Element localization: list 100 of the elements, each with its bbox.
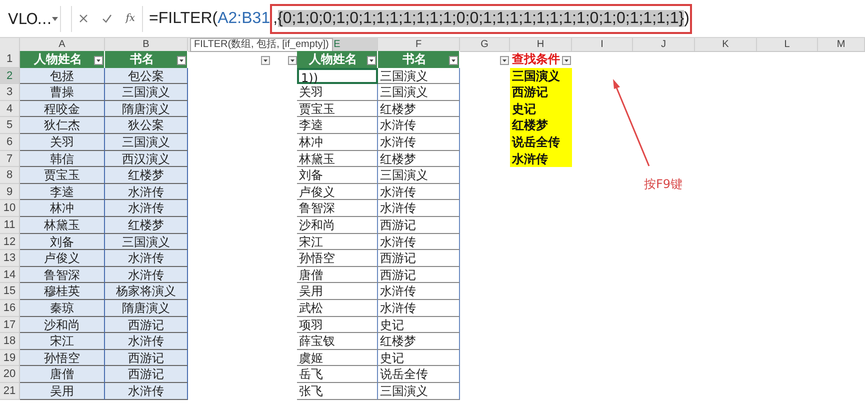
row-number: 11 bbox=[0, 217, 20, 234]
row-number: 1 bbox=[0, 51, 20, 68]
criteria-cell: 水浒传 bbox=[510, 150, 572, 168]
row-number: 7 bbox=[0, 150, 20, 168]
enter-icon[interactable] bbox=[102, 14, 112, 23]
table-cell: 卢俊义 bbox=[297, 184, 378, 200]
row-number: 10 bbox=[0, 200, 20, 217]
table-cell: 林冲 bbox=[20, 200, 105, 217]
row-number: 4 bbox=[0, 100, 20, 118]
row-number: 15 bbox=[0, 283, 20, 300]
table-cell: 三国演义 bbox=[378, 84, 460, 101]
column-header[interactable]: F bbox=[415, 39, 422, 50]
table-cell: 卢俊义 bbox=[20, 250, 105, 267]
column-header[interactable]: L bbox=[784, 39, 790, 50]
cancel-icon[interactable] bbox=[78, 14, 88, 23]
column-header[interactable]: J bbox=[661, 39, 666, 50]
column-header[interactable]: B bbox=[142, 39, 150, 50]
table-cell: 程咬金 bbox=[20, 100, 105, 118]
filter-dropdown-icon[interactable] bbox=[500, 56, 509, 65]
table-cell: 隋唐演义 bbox=[105, 100, 188, 118]
column-header[interactable]: K bbox=[722, 39, 729, 50]
table-cell: 红楼梦 bbox=[378, 100, 460, 118]
table-cell: 关羽 bbox=[297, 84, 378, 101]
criteria-cell: 西游记 bbox=[510, 84, 572, 101]
filter-dropdown-icon[interactable] bbox=[261, 56, 270, 65]
table-cell: 西游记 bbox=[105, 350, 188, 366]
table-cell: 红楼梦 bbox=[378, 150, 460, 168]
table-cell: 史记 bbox=[378, 350, 460, 366]
criteria-cell: 红楼梦 bbox=[510, 117, 572, 134]
table-cell: 红楼梦 bbox=[105, 217, 188, 234]
column-header[interactable]: I bbox=[600, 39, 604, 50]
function-tooltip: FILTER(数组, 包括, [if_empty]) bbox=[190, 38, 333, 52]
table-cell: 红楼梦 bbox=[105, 167, 188, 184]
row-number: 17 bbox=[0, 316, 20, 334]
column-header[interactable]: H bbox=[536, 39, 544, 50]
filter-dropdown-icon[interactable] bbox=[562, 56, 571, 65]
table-cell: 宋江 bbox=[297, 234, 378, 250]
table-cell: 项羽 bbox=[297, 316, 378, 334]
filter-dropdown-icon[interactable] bbox=[177, 56, 186, 65]
table-cell: 鲁智深 bbox=[297, 200, 378, 217]
filter-dropdown-icon[interactable] bbox=[94, 56, 103, 65]
table-cell: 韩信 bbox=[20, 150, 105, 168]
table-cell: 水浒传 bbox=[105, 266, 188, 284]
caret-icon bbox=[52, 16, 58, 20]
row-number: 18 bbox=[0, 333, 20, 350]
table-cell: 西游记 bbox=[105, 366, 188, 383]
row-number: 16 bbox=[0, 300, 20, 317]
table-cell: 刘备 bbox=[20, 234, 105, 250]
table-cell: 三国演义 bbox=[378, 383, 460, 400]
table-cell: 水浒传 bbox=[105, 250, 188, 267]
column-header[interactable]: G bbox=[480, 39, 488, 50]
table-cell: 水浒传 bbox=[378, 117, 460, 134]
table-cell: 虞姬 bbox=[297, 350, 378, 366]
criteria-cell: 三国演义 bbox=[510, 68, 572, 84]
table-cell: 吴用 bbox=[20, 383, 105, 400]
table-cell: 水浒传 bbox=[105, 184, 188, 200]
table-cell: 西汉演义 bbox=[105, 150, 188, 168]
table-header: 人物姓名 bbox=[297, 51, 378, 68]
table-header: 人物姓名 bbox=[20, 51, 105, 68]
table-cell: 薛宝钗 bbox=[297, 333, 378, 350]
row-number: 20 bbox=[0, 366, 20, 383]
table-cell: 沙和尚 bbox=[297, 217, 378, 234]
table-cell: 水浒传 bbox=[378, 200, 460, 217]
table-cell: 孙悟空 bbox=[20, 350, 105, 366]
table-cell: 狄公案 bbox=[105, 117, 188, 134]
column-header[interactable]: A bbox=[58, 39, 66, 50]
table-cell: 西游记 bbox=[378, 250, 460, 267]
table-cell: 贾宝玉 bbox=[20, 167, 105, 184]
table-cell: 隋唐演义 bbox=[105, 300, 188, 317]
table-cell: 武松 bbox=[297, 300, 378, 317]
table-cell: 关羽 bbox=[20, 134, 105, 151]
table-header: 书名 bbox=[105, 51, 188, 68]
table-cell: 李逵 bbox=[297, 117, 378, 134]
column-header[interactable]: M bbox=[836, 39, 846, 50]
row-number: 14 bbox=[0, 266, 20, 284]
table-cell: 孙悟空 bbox=[297, 250, 378, 267]
table-cell: 史记 bbox=[378, 316, 460, 334]
table-cell: 贾宝玉 bbox=[297, 100, 378, 118]
filter-dropdown-icon[interactable] bbox=[367, 56, 376, 65]
filter-dropdown-icon[interactable] bbox=[288, 56, 297, 65]
table-cell: 吴用 bbox=[297, 283, 378, 300]
row-number: 2 bbox=[0, 68, 20, 84]
table-cell: 三国演义 bbox=[378, 68, 460, 84]
table-cell: 水浒传 bbox=[378, 300, 460, 317]
table-cell: 唐僧 bbox=[20, 366, 105, 383]
insert-function-button[interactable]: fx bbox=[126, 13, 136, 24]
table-cell: 林黛玉 bbox=[20, 217, 105, 234]
table-cell: 包拯 bbox=[20, 68, 105, 84]
table-cell: 水浒传 bbox=[105, 200, 188, 217]
filter-dropdown-icon[interactable] bbox=[449, 56, 458, 65]
table-cell: 曹操 bbox=[20, 84, 105, 101]
criteria-header: 查找条件 bbox=[511, 51, 560, 68]
column-header[interactable]: E bbox=[334, 39, 340, 50]
table-cell: 杨家将演义 bbox=[105, 283, 188, 300]
row-number: 13 bbox=[0, 250, 20, 267]
table-cell: 红楼梦 bbox=[378, 333, 460, 350]
row-number: 8 bbox=[0, 167, 20, 184]
name-box[interactable]: VLO... bbox=[3, 6, 61, 32]
table-cell: 水浒传 bbox=[105, 383, 188, 400]
table-cell: 林黛玉 bbox=[297, 150, 378, 168]
